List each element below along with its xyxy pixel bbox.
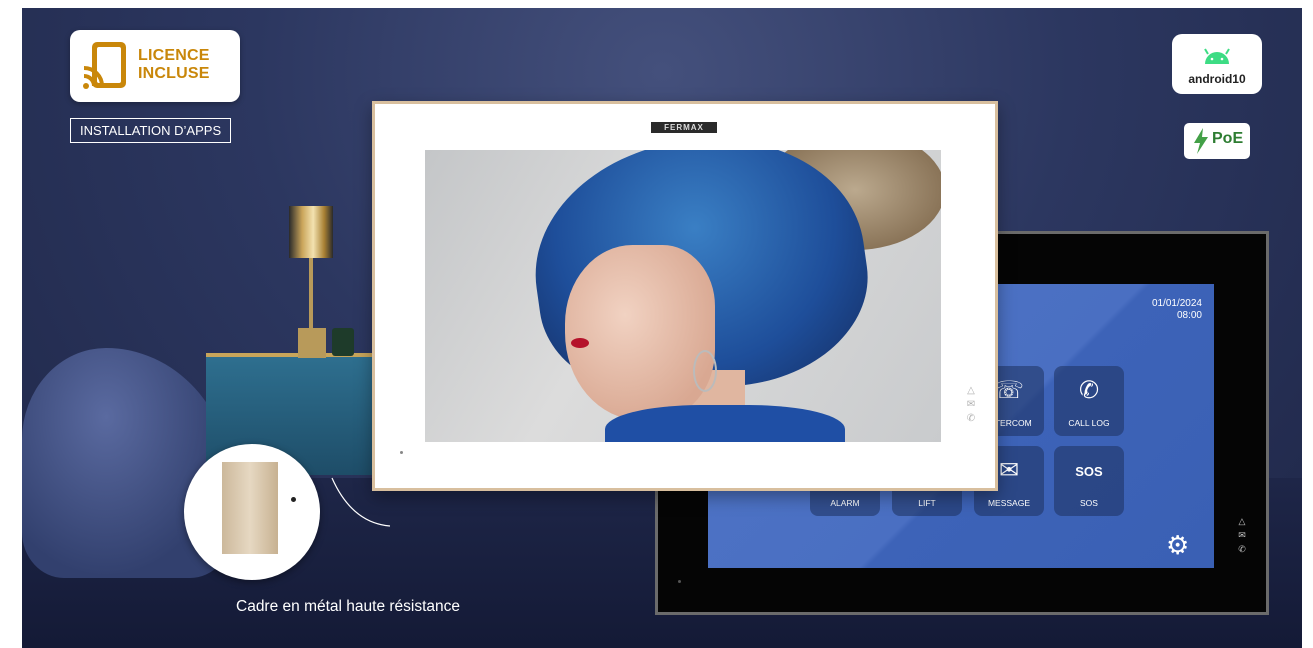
- tile-label: MESSAGE: [987, 498, 1031, 508]
- date-text: 01/01/2024: [1151, 298, 1202, 309]
- earring: [693, 350, 717, 392]
- side-buttons: △ ✉ ✆: [1236, 514, 1248, 556]
- phone-icon[interactable]: ✆: [1236, 542, 1248, 556]
- android-version-text: android10: [1188, 72, 1246, 86]
- brand-logo: FERMAX: [651, 122, 717, 133]
- side-buttons: △ ✉ ✆: [965, 384, 977, 426]
- pointer-line: [331, 477, 391, 527]
- gear-icon[interactable]: ⚙: [1166, 530, 1189, 561]
- time-text: 08:00: [1176, 310, 1202, 321]
- product-banner: LICENCE INCLUSE INSTALLATION D’APPS andr…: [22, 8, 1302, 648]
- poe-badge: PoE: [1184, 123, 1250, 159]
- tile-label: LIFT: [918, 498, 936, 508]
- tile-call-log[interactable]: ✆ CALL LOG: [1054, 366, 1124, 436]
- tile-sos[interactable]: SOS SOS: [1054, 446, 1124, 516]
- poe-text: PoE: [1212, 130, 1244, 147]
- android-icon: [1204, 48, 1230, 64]
- portrait-screen: [425, 150, 941, 442]
- phone-icon[interactable]: ✆: [965, 412, 977, 426]
- monitor-white: FERMAX △ ✉ ✆: [372, 101, 998, 491]
- face: [565, 245, 715, 420]
- envelope-icon[interactable]: ✉: [1236, 528, 1248, 542]
- lips: [571, 338, 589, 348]
- sos-icon: SOS: [1075, 464, 1103, 479]
- frame-caption: Cadre en métal haute résistance: [236, 598, 461, 615]
- phone-icon: ✆: [1078, 377, 1100, 404]
- sensor-dot: [678, 580, 681, 583]
- envelope-icon[interactable]: ✉: [965, 398, 977, 412]
- tile-label: SOS: [1080, 498, 1098, 508]
- android-badge: android10: [1172, 34, 1262, 94]
- datetime: 01/01/2024 08:00: [1152, 298, 1202, 322]
- bell-icon[interactable]: △: [1236, 514, 1248, 528]
- tile-label: ALARM: [830, 498, 860, 508]
- jacket: [605, 405, 845, 442]
- lightning-icon: [1194, 128, 1208, 154]
- bell-icon[interactable]: △: [965, 384, 977, 398]
- tile-label: CALL LOG: [1068, 418, 1110, 428]
